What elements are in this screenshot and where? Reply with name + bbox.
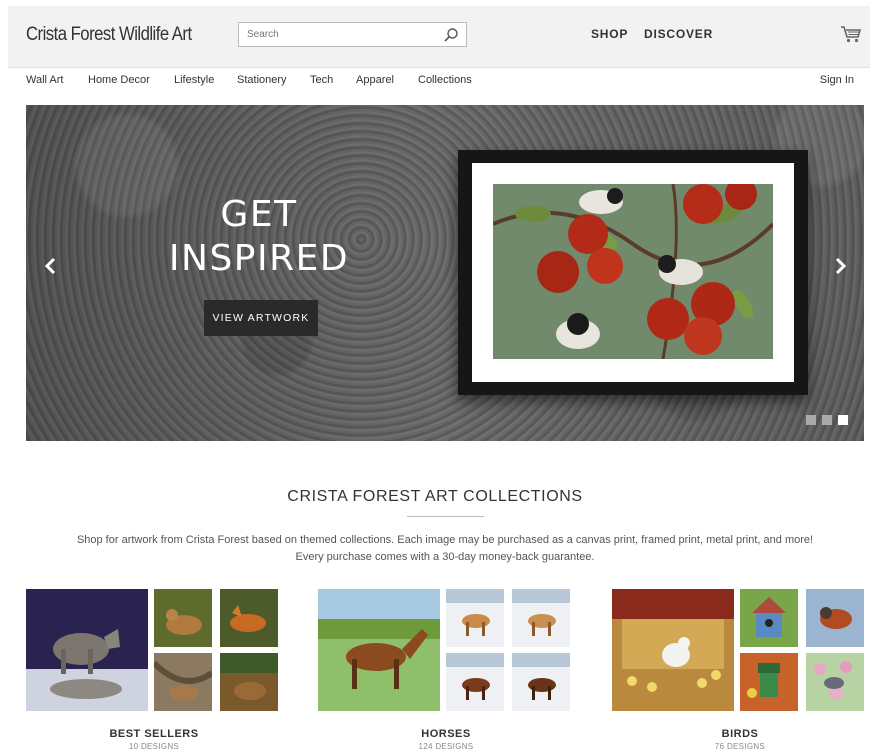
best-sellers-thumb-fox[interactable] [220,589,278,647]
search-box[interactable] [238,22,467,47]
framed-artwork[interactable] [458,150,808,395]
horses-thumb-1[interactable] [446,589,504,647]
category-tech[interactable]: Tech [310,74,333,86]
category-wall-art[interactable]: Wall Art [26,74,64,86]
slide-dot-2[interactable] [822,415,832,425]
horses-thumb-2[interactable] [512,589,570,647]
search-input[interactable] [239,23,429,46]
birds-thumb-birdhouse[interactable] [740,589,798,647]
horses-thumb-3[interactable] [446,653,504,711]
view-artwork-button[interactable]: VIEW ARTWORK [204,300,318,336]
nav-discover[interactable]: DISCOVER [644,27,713,41]
chickadees-apples-painting [493,184,773,359]
best-sellers-thumb-deer[interactable] [154,589,212,647]
category-collections[interactable]: Collections [418,74,472,86]
hero-title: GET INSPIRED [144,193,374,281]
slide-dot-3-active[interactable] [838,415,848,425]
collection-name[interactable]: HORSES [318,728,574,740]
sign-in-link[interactable]: Sign In [820,74,854,86]
birds-main-image[interactable] [612,589,734,711]
hero-banner: GET INSPIRED VIEW ARTWORK [26,105,864,441]
collection-count: 10 DESIGNS [128,742,180,751]
section-title: CRISTA FOREST ART COLLECTIONS [287,488,583,505]
category-home-decor[interactable]: Home Decor [88,74,150,86]
search-icon[interactable] [443,27,459,43]
category-apparel[interactable]: Apparel [356,74,394,86]
slide-indicators [806,415,848,425]
section-divider [407,516,484,517]
category-lifestyle[interactable]: Lifestyle [174,74,214,86]
horses-thumb-4[interactable] [512,653,570,711]
category-nav: Wall Art Home Decor Lifestyle Stationery… [8,68,870,94]
collection-count: 76 DESIGNS [714,742,766,751]
collection-count: 124 DESIGNS [418,742,474,751]
best-sellers-thumb-fawn[interactable] [154,653,212,711]
top-header: Crista Forest Wildlife Art SHOP DISCOVER [8,6,870,68]
chevron-right-icon[interactable] [829,255,851,277]
category-stationery[interactable]: Stationery [237,74,287,86]
birds-thumb-robin[interactable] [806,589,864,647]
nav-shop[interactable]: SHOP [591,27,628,41]
collection-name[interactable]: BEST SELLERS [26,728,282,740]
artwork-mat [472,163,794,382]
birds-thumb-feeder[interactable] [740,653,798,711]
hero-title-line2: INSPIRED [168,238,350,279]
collection-name[interactable]: BIRDS [612,728,868,740]
slide-dot-1[interactable] [806,415,816,425]
chevron-left-icon[interactable] [40,255,62,277]
best-sellers-thumb-whitetail[interactable] [220,653,278,711]
brand-logo[interactable]: Crista Forest Wildlife Art [26,24,192,46]
best-sellers-main-image[interactable] [26,589,148,711]
section-description: Shop for artwork from Crista Forest base… [76,534,814,563]
cart-icon[interactable] [840,24,862,44]
hero-title-line1: GET [220,194,298,235]
horses-main-image[interactable] [318,589,440,711]
birds-thumb-blossoms[interactable] [806,653,864,711]
